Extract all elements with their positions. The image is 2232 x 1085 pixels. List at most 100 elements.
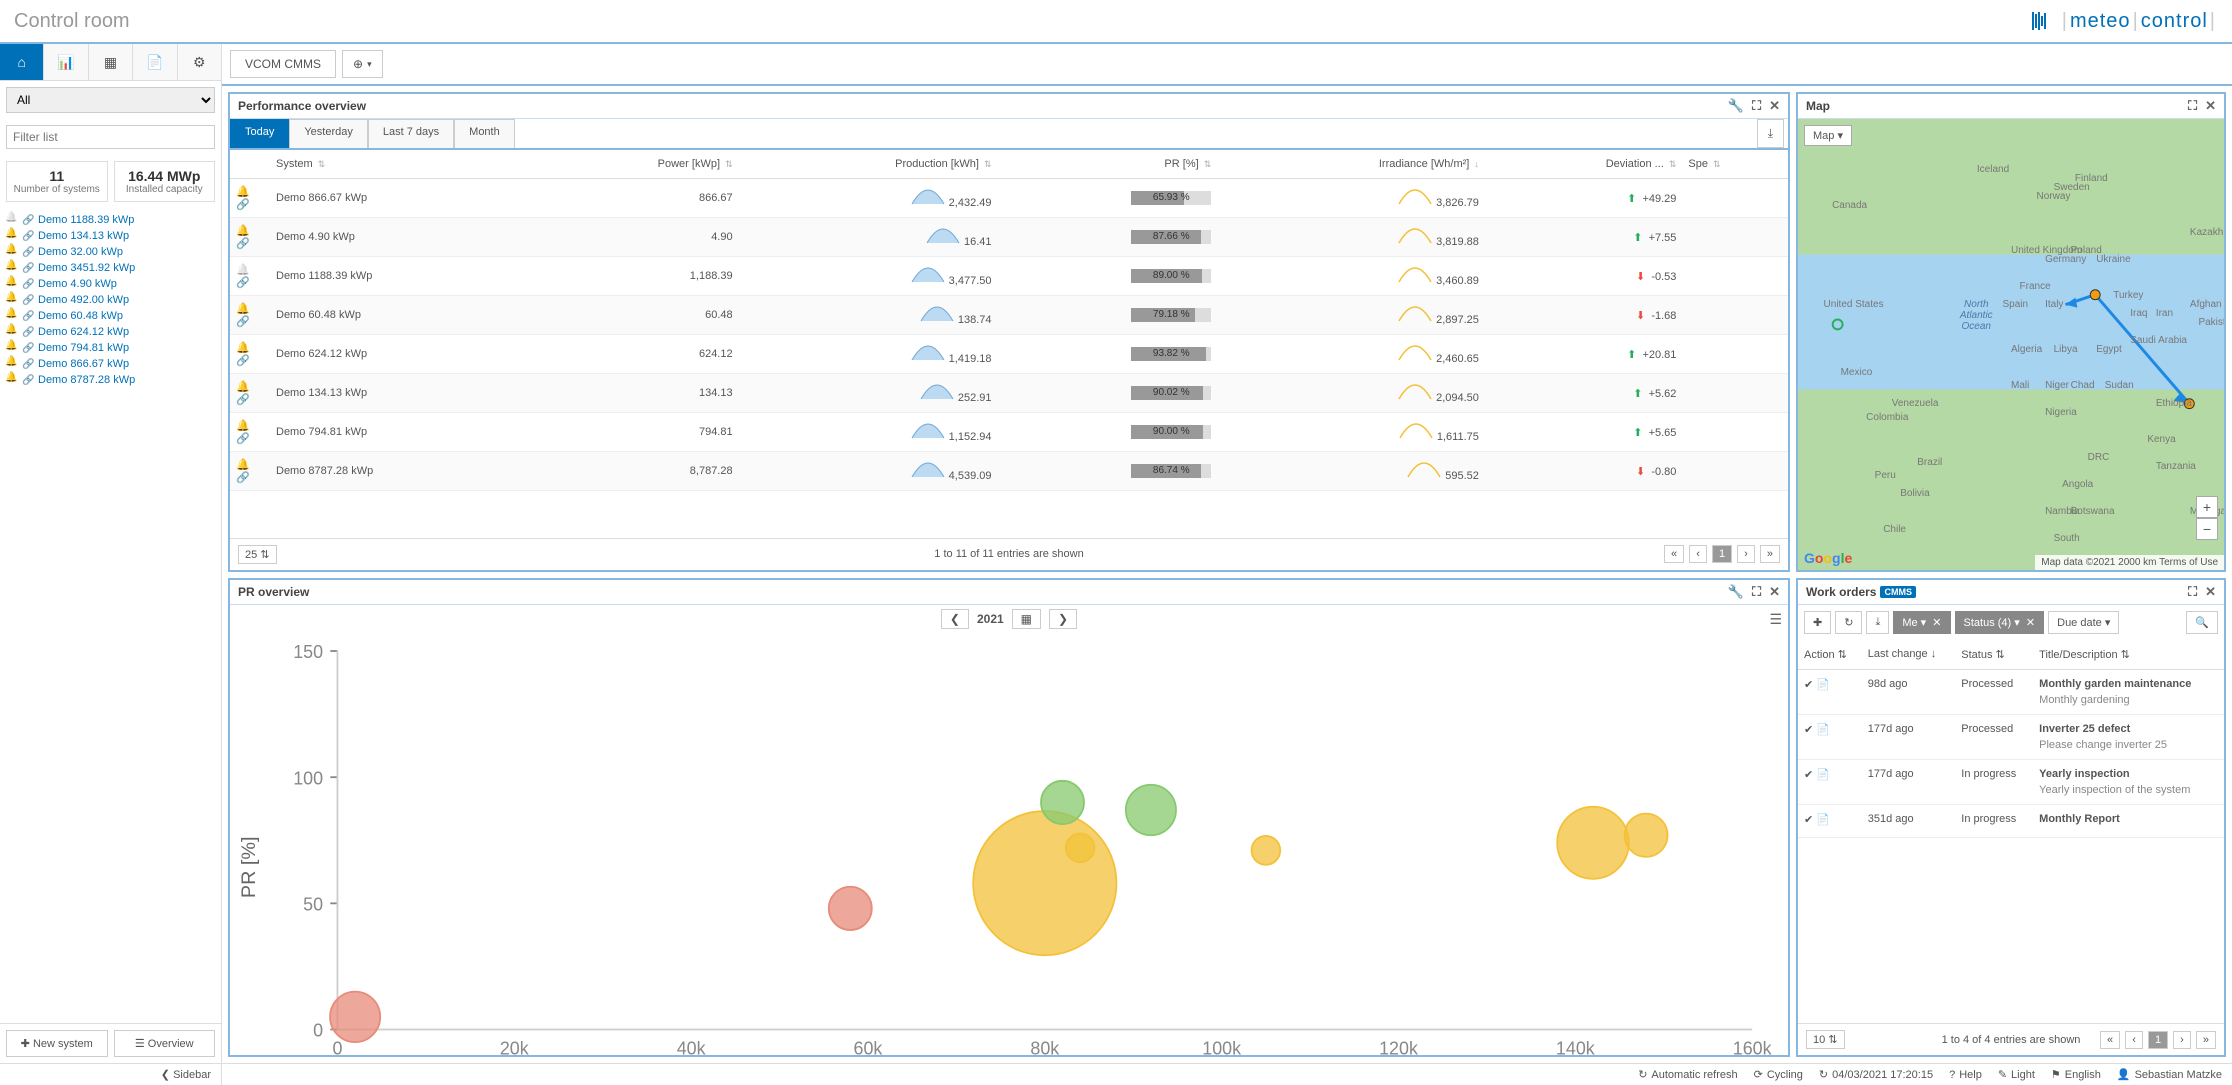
expand-icon[interactable]: ⛶ <box>1752 584 1761 600</box>
table-row[interactable]: 🔔 🔗 Demo 866.67 kWp 866.67 2,432.49 65.9… <box>230 179 1788 218</box>
tab-yesterday[interactable]: Yesterday <box>289 119 368 148</box>
filter-me[interactable]: Me ▾ ✕ <box>1893 611 1950 634</box>
system-item[interactable]: 🔗Demo 134.13 kWp <box>6 228 215 244</box>
page-size-select[interactable]: 10 ⇅ <box>1806 1030 1845 1049</box>
close-icon[interactable]: ✕ <box>1769 584 1780 600</box>
table-row[interactable]: 🔔 🔗 Demo 794.81 kWp 794.81 1,152.94 90.0… <box>230 413 1788 452</box>
document-icon[interactable]: 📄 <box>133 44 177 80</box>
page-last[interactable]: » <box>1760 545 1780 563</box>
page-1[interactable]: 1 <box>2148 1031 2168 1049</box>
col-header[interactable]: Production [kWh] ⇅ <box>739 150 998 179</box>
wrench-icon[interactable]: 🔧 <box>1728 584 1744 600</box>
refresh-button[interactable]: ↻ <box>1835 611 1862 634</box>
close-icon[interactable]: ✕ <box>2205 584 2216 600</box>
download-button[interactable]: ⤓ <box>1866 611 1889 634</box>
system-item[interactable]: 🔗Demo 492.00 kWp <box>6 292 215 308</box>
cycling-toggle[interactable]: ⟳ Cycling <box>1754 1068 1803 1081</box>
map-canvas[interactable]: Map ▾ North Atlantic Ocean <box>1798 119 2224 570</box>
check-icon[interactable]: ✔ <box>1804 679 1813 691</box>
system-item[interactable]: 🔗Demo 866.67 kWp <box>6 356 215 372</box>
home-icon[interactable]: ⌂ <box>0 44 44 80</box>
doc-icon[interactable]: 📄 <box>1816 769 1830 781</box>
tab-cmms[interactable]: VCOM CMMS <box>230 50 336 78</box>
page-next[interactable]: › <box>1737 545 1755 563</box>
col-header[interactable]: Spe ⇅ <box>1682 150 1788 179</box>
system-item[interactable]: 🔗Demo 32.00 kWp <box>6 244 215 260</box>
col-header[interactable]: Last change ↓ <box>1862 640 1956 670</box>
help-link[interactable]: ? Help <box>1949 1069 1982 1081</box>
system-item[interactable]: 🔗Demo 4.90 kWp <box>6 276 215 292</box>
wrench-icon[interactable]: 🔧 <box>1728 98 1744 114</box>
col-header[interactable]: Action ⇅ <box>1798 640 1862 670</box>
expand-icon[interactable]: ⛶ <box>2188 98 2197 114</box>
workorder-row[interactable]: ✔ 📄 98d agoProcessed Monthly garden main… <box>1798 669 2224 714</box>
new-system-button[interactable]: ✚ New system <box>6 1030 108 1057</box>
sidebar-toggle[interactable]: ❮ Sidebar <box>0 1063 221 1085</box>
calendar-icon[interactable]: ▦ <box>89 44 133 80</box>
add-button[interactable]: ✚ <box>1804 611 1831 634</box>
page-size-select[interactable]: 25 ⇅ <box>238 545 277 564</box>
system-item[interactable]: 🔗Demo 3451.92 kWp <box>6 260 215 276</box>
table-row[interactable]: 🔔 🔗 Demo 624.12 kWp 624.12 1,419.18 93.8… <box>230 335 1788 374</box>
close-icon[interactable]: ✕ <box>2205 98 2216 114</box>
settings-icon[interactable]: ⚙ <box>178 44 221 80</box>
page-next[interactable]: › <box>2173 1031 2191 1049</box>
col-header[interactable]: Power [kWp] ⇅ <box>531 150 739 179</box>
overview-button[interactable]: ☰ Overview <box>114 1030 216 1057</box>
expand-icon[interactable]: ⛶ <box>2188 584 2197 600</box>
chart-icon[interactable]: 📊 <box>44 44 88 80</box>
zoom-out[interactable]: − <box>2196 518 2218 540</box>
tab-last7[interactable]: Last 7 days <box>368 119 454 148</box>
filter-duedate[interactable]: Due date ▾ <box>2048 611 2119 634</box>
expand-icon[interactable]: ⛶ <box>1752 98 1761 114</box>
workorder-row[interactable]: ✔ 📄 351d agoIn progress Monthly Report <box>1798 804 2224 837</box>
add-tab-button[interactable]: ⊕ ▾ <box>342 50 383 78</box>
tab-today[interactable]: Today <box>230 119 289 148</box>
table-row[interactable]: 🔔 🔗 Demo 60.48 kWp 60.48 138.74 79.18 % … <box>230 296 1788 335</box>
workorder-row[interactable]: ✔ 📄 177d agoProcessed Inverter 25 defect… <box>1798 714 2224 759</box>
system-filter-select[interactable]: All <box>6 87 215 113</box>
page-first[interactable]: « <box>2100 1031 2120 1049</box>
next-year[interactable]: ❯ <box>1049 609 1077 629</box>
system-item[interactable]: 🔗Demo 8787.28 kWp <box>6 372 215 388</box>
filter-input[interactable] <box>6 125 215 149</box>
col-header[interactable]: Deviation ... ⇅ <box>1485 150 1683 179</box>
theme-toggle[interactable]: ✎ Light <box>1998 1068 2035 1081</box>
chart-menu-icon[interactable]: ☰ <box>1769 611 1782 628</box>
page-last[interactable]: » <box>2196 1031 2216 1049</box>
tab-month[interactable]: Month <box>454 119 515 148</box>
table-row[interactable]: 🔔 🔗 Demo 1188.39 kWp 1,188.39 3,477.50 8… <box>230 257 1788 296</box>
doc-icon[interactable]: 📄 <box>1816 814 1830 826</box>
check-icon[interactable]: ✔ <box>1804 724 1813 736</box>
page-1[interactable]: 1 <box>1712 545 1732 563</box>
doc-icon[interactable]: 📄 <box>1816 679 1830 691</box>
doc-icon[interactable]: 📄 <box>1816 724 1830 736</box>
prev-year[interactable]: ❮ <box>941 609 969 629</box>
auto-refresh-toggle[interactable]: ↻ Automatic refresh <box>1638 1068 1737 1081</box>
page-prev[interactable]: ‹ <box>2125 1031 2143 1049</box>
system-item[interactable]: 🔗Demo 1188.39 kWp <box>6 212 215 228</box>
table-row[interactable]: 🔔 🔗 Demo 134.13 kWp 134.13 252.91 90.02 … <box>230 374 1788 413</box>
col-header[interactable]: PR [%] ⇅ <box>998 150 1218 179</box>
check-icon[interactable]: ✔ <box>1804 814 1813 826</box>
system-item[interactable]: 🔗Demo 624.12 kWp <box>6 324 215 340</box>
calendar-icon[interactable]: ▦ <box>1012 609 1041 629</box>
language-toggle[interactable]: ⚑ English <box>2051 1068 2101 1081</box>
filter-status[interactable]: Status (4) ▾ ✕ <box>1955 611 2045 634</box>
close-icon[interactable]: ✕ <box>1769 98 1780 114</box>
check-icon[interactable]: ✔ <box>1804 769 1813 781</box>
search-button[interactable]: 🔍 <box>2186 611 2218 634</box>
download-icon[interactable]: ⤓ <box>1757 119 1784 148</box>
page-first[interactable]: « <box>1664 545 1684 563</box>
user-menu[interactable]: 👤 Sebastian Matzke <box>2117 1068 2222 1081</box>
system-item[interactable]: 🔗Demo 794.81 kWp <box>6 340 215 356</box>
col-header[interactable]: System ⇅ <box>270 150 531 179</box>
system-item[interactable]: 🔗Demo 60.48 kWp <box>6 308 215 324</box>
col-header[interactable]: Title/Description ⇅ <box>2033 640 2224 670</box>
col-header[interactable]: Status ⇅ <box>1955 640 2033 670</box>
page-prev[interactable]: ‹ <box>1689 545 1707 563</box>
workorder-row[interactable]: ✔ 📄 177d agoIn progress Yearly inspectio… <box>1798 759 2224 804</box>
table-row[interactable]: 🔔 🔗 Demo 8787.28 kWp 8,787.28 4,539.09 8… <box>230 452 1788 491</box>
col-header[interactable]: Irradiance [Wh/m²] ↓ <box>1217 150 1485 179</box>
table-row[interactable]: 🔔 🔗 Demo 4.90 kWp 4.90 16.41 87.66 % 3,8… <box>230 218 1788 257</box>
